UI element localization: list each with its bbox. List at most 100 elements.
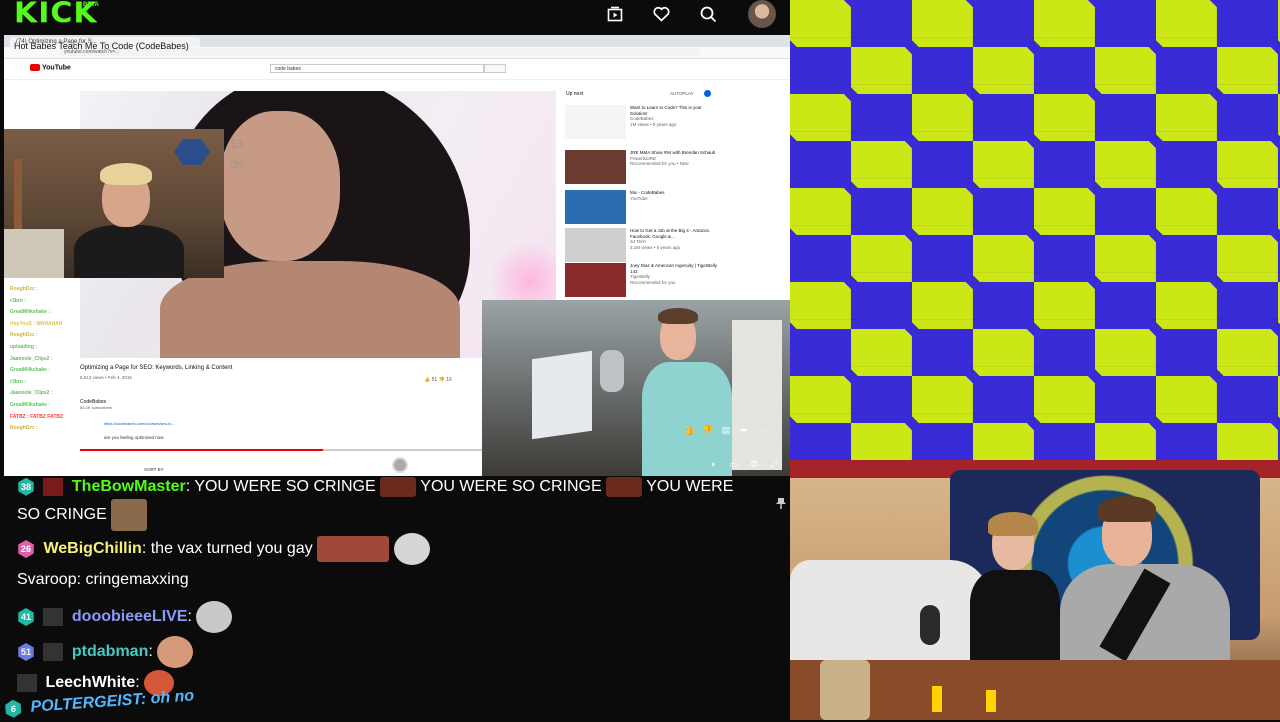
video-time: 1:38 / 3:12 [10, 455, 39, 461]
subscriber-badge: 6 [4, 699, 23, 718]
more-icon[interactable]: ⋯ [756, 424, 768, 436]
recommendation-meta: Recommended for you • New [630, 161, 689, 166]
recommendation-item[interactable]: Joey Diaz & American Ingenuity | TigerBe… [565, 263, 725, 297]
overlay-chat-line: GreatMilkshake : [10, 309, 51, 316]
user-avatar[interactable] [748, 0, 776, 28]
chat-username[interactable]: Svaroop [17, 571, 77, 588]
video-like-dislike[interactable]: 👍 51 👎 16 [424, 377, 452, 383]
recommendation-meta: 3.1M views • 5 years ago [630, 244, 681, 250]
recommendation-text: Want to Learn to Code? This is your Solu… [630, 105, 720, 127]
recommendation-channel: YouTube [630, 195, 648, 201]
chat-message[interactable]: 41 dooobieeeLIVE: [17, 601, 233, 633]
recommendation-text: Joey Diaz & American Ingenuity | TigerBe… [630, 263, 720, 285]
recommendation-item[interactable]: Mix - CodeBabes YouTube [565, 190, 725, 224]
recommendation-title[interactable]: Want to Learn to Code? This is your Solu… [630, 105, 720, 116]
recommendation-thumbnail[interactable] [565, 105, 626, 139]
overlay-chat-line: r3bro : [10, 378, 26, 385]
youtube-search-button[interactable] [484, 64, 506, 73]
thumbs-up-icon[interactable]: 👍 [424, 377, 430, 383]
like-count: 51 [431, 377, 438, 383]
guest-webcam: 👍 👎 ▤ ➦ ⋯ ◐ ▭ ⚙ ⤢ [482, 300, 790, 478]
description-link[interactable]: https://codebabes.com/courses/seo-in... [104, 421, 175, 426]
youtube-search-input[interactable]: code babes [270, 64, 484, 73]
chat-text: YOU WERE [646, 478, 734, 495]
follow-heart-icon[interactable] [650, 3, 672, 25]
subscriber-badge: 26 [18, 540, 34, 558]
beta-label: BETA [83, 2, 99, 8]
recommendation-title[interactable]: Joey Diaz & American Ingenuity | TigerBe… [630, 263, 720, 274]
video-price-text: $3 [230, 137, 244, 151]
captions-icon[interactable]: ▭ [728, 458, 740, 470]
thumbs-up-icon[interactable]: 👍 [684, 424, 696, 436]
cat-emote-icon [393, 533, 430, 565]
chat-colon: : [76, 571, 82, 588]
chat-message[interactable]: 26 WeBigChillin: the vax turned you gay [17, 533, 430, 565]
chat-username[interactable]: TheBowMaster [72, 478, 186, 495]
guest-player-bar: ◐ ▭ ⚙ ⤢ [708, 458, 780, 470]
jar [820, 660, 870, 720]
fullscreen-icon[interactable]: ⤢ [768, 458, 780, 470]
thumbs-down-icon[interactable]: 👎 [702, 424, 714, 436]
stream-title-overlay: Hot Babes Teach Me To Code (CodeBabes) [14, 41, 189, 51]
chat-colon: : [185, 478, 191, 495]
chat-username[interactable]: dooobieeeLIVE [72, 608, 188, 625]
nwa-badge-icon [43, 608, 64, 626]
recommendation-meta: 1M views • 5 years ago [630, 121, 677, 127]
mouth-emote-icon [317, 536, 390, 562]
recommendation-text: Mix - CodeBabes YouTube [630, 190, 720, 201]
chat-text: YOU WERE SO CRINGE [194, 478, 376, 495]
youtube-header: YouTube code babes [4, 59, 790, 80]
woman-hair [988, 512, 1038, 536]
chat-message[interactable]: 38 TheBowMaster: YOU WERE SO CRINGE YOU … [17, 474, 733, 499]
video-title: Optimizing a Page for SEO: Keywords, Lin… [80, 365, 233, 371]
chat-message[interactable]: 51 ptdabman: [17, 636, 194, 668]
autoplay-label: AUTOPLAY [670, 91, 694, 96]
guitar [14, 159, 22, 239]
autoplay-toggle[interactable] [704, 90, 711, 97]
chat-username[interactable]: ptdabman [72, 643, 148, 660]
toggle-icon[interactable]: ◐ [708, 458, 720, 470]
recommendation-item[interactable]: Want to Learn to Code? This is your Solu… [565, 105, 725, 139]
microphone [600, 350, 624, 392]
chat-message[interactable]: Svaroop: cringemaxxing [17, 567, 189, 592]
thumbs-down-icon[interactable]: 👎 [439, 377, 445, 383]
recommendation-item[interactable]: JRE MMA Show #94 with Brendan Schaub Powe… [565, 150, 725, 184]
recommendation-thumbnail[interactable] [565, 228, 626, 262]
chat-text: the vax turned you gay [150, 540, 313, 558]
recommendation-item[interactable]: How to Get a Job at the Big 4 - Amazon, … [565, 228, 725, 262]
video-face [220, 111, 340, 261]
video-info: Optimizing a Page for SEO: Keywords, Lin… [80, 365, 480, 380]
recommendation-title[interactable]: How to Get a Job at the Big 4 - Amazon, … [630, 228, 720, 239]
chat-username[interactable]: WeBigChillin [43, 540, 141, 557]
recommendation-text: JRE MMA Show #94 with Brendan Schaub Powe… [630, 150, 720, 167]
recommendation-thumbnail[interactable] [565, 190, 626, 224]
chat-text: YOU WERE SO CRINGE [420, 478, 602, 495]
guest-hair [658, 308, 698, 324]
subscriber-badge: 41 [18, 608, 34, 626]
comment-icon[interactable]: ▤ [720, 424, 732, 436]
youtube-logo[interactable]: YouTube [30, 64, 71, 71]
chat-text: cringemaxxing [85, 571, 189, 588]
browse-icon[interactable] [604, 3, 626, 25]
youtube-logo-text: YouTube [42, 64, 71, 72]
search-icon[interactable] [697, 3, 719, 25]
overlay-chat-line: RoughDzz : [10, 286, 38, 292]
sort-by-button[interactable]: SORT BY [144, 467, 164, 472]
recommendation-title[interactable]: JRE MMA Show #94 with Brendan Schaub [630, 150, 720, 156]
room-webcam [790, 460, 1280, 720]
man-hair [1098, 496, 1156, 522]
pin-icon[interactable] [776, 496, 786, 509]
top-navigation-bar: KICK BETA [0, 0, 790, 34]
recommendation-thumbnail[interactable] [565, 263, 626, 297]
channel-info[interactable]: CodeBabes 65.4K subscribers [80, 399, 112, 410]
chat-message-continued: SO CRINGE [17, 499, 148, 531]
recommendation-thumbnail[interactable] [565, 150, 626, 184]
video-views: 8,613 views • Feb 4, 2015 [80, 375, 132, 380]
progress-fill [80, 449, 323, 451]
description-text: are you feeling optimized now [104, 435, 164, 440]
share-icon[interactable]: ➦ [738, 424, 750, 436]
mouth-emote-icon [380, 476, 417, 497]
scroll-up-button[interactable] [392, 457, 408, 473]
settings-icon[interactable]: ⚙ [748, 458, 760, 470]
streamer-body [74, 225, 184, 278]
